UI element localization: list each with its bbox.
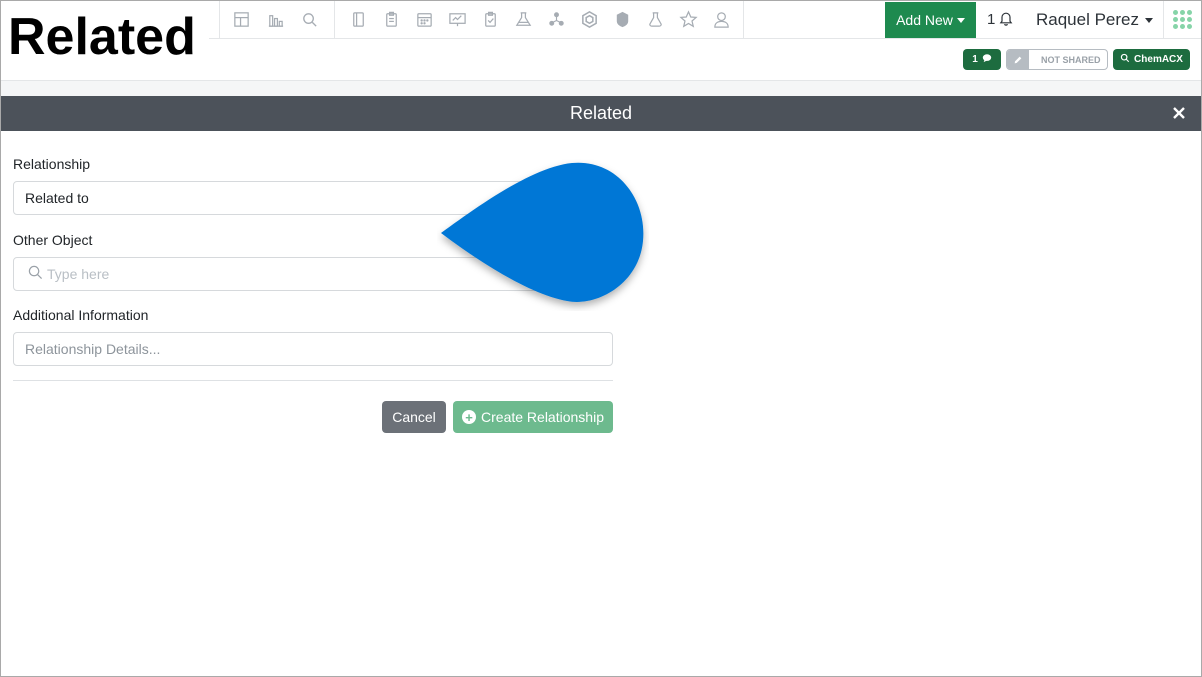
other-object-label: Other Object	[13, 232, 93, 248]
close-icon[interactable]	[1170, 104, 1188, 122]
grid-icon	[1173, 10, 1192, 29]
sharing-status-label: NOT SHARED	[1041, 54, 1101, 65]
relationship-details-input[interactable]: Relationship Details...	[13, 332, 613, 366]
form-divider	[13, 380, 613, 381]
user-icon[interactable]	[712, 10, 731, 29]
tutorial-pointer	[441, 162, 644, 302]
other-object-placeholder: Type here	[47, 266, 110, 282]
chemacx-label: ChemACX	[1134, 54, 1183, 65]
bell-icon	[998, 10, 1014, 30]
additional-info-label: Additional Information	[13, 307, 149, 323]
flask-icon[interactable]	[514, 10, 533, 29]
beaker-icon[interactable]	[646, 10, 665, 29]
nav-icon-group-objects	[335, 1, 744, 38]
nav-icon-group-analytics	[219, 1, 335, 38]
star-icon[interactable]	[679, 10, 698, 29]
clipboard-icon[interactable]	[382, 10, 401, 29]
comment-icon	[982, 53, 992, 66]
presentation-icon[interactable]	[448, 10, 467, 29]
user-name: Raquel Perez	[1036, 9, 1140, 29]
search-icon	[28, 265, 43, 283]
add-new-button[interactable]: Add New	[885, 2, 976, 38]
modal-header: Related	[1, 96, 1201, 131]
dashboard-icon[interactable]	[232, 10, 251, 29]
search-icon[interactable]	[300, 10, 319, 29]
toolbar-separator	[1, 81, 1201, 96]
calendar-icon[interactable]	[415, 10, 434, 29]
apps-grid-button[interactable]	[1163, 1, 1201, 38]
hexagon-icon[interactable]	[580, 10, 599, 29]
user-menu[interactable]: Raquel Perez	[1036, 1, 1154, 38]
shield-icon[interactable]	[613, 10, 632, 29]
notification-count: 1	[987, 11, 996, 28]
relationship-details-placeholder: Relationship Details...	[25, 341, 161, 357]
relationship-value: Related to	[25, 190, 89, 206]
create-relationship-button[interactable]: + Create Relationship	[453, 401, 613, 433]
chevron-down-icon	[956, 18, 965, 23]
create-relationship-label: Create Relationship	[481, 409, 604, 425]
cancel-label: Cancel	[392, 409, 436, 425]
sharing-status-button[interactable]: NOT SHARED	[1006, 49, 1108, 70]
bar-chart-icon[interactable]	[266, 10, 285, 29]
pencil-icon	[1007, 50, 1029, 69]
task-icon[interactable]	[481, 10, 500, 29]
notebook-icon[interactable]	[349, 10, 368, 29]
modal-title: Related	[569, 103, 633, 123]
add-new-label: Add New	[896, 12, 953, 28]
relationship-label: Relationship	[13, 156, 91, 172]
chevron-down-icon	[1145, 17, 1154, 23]
notifications-button[interactable]: 1	[987, 1, 1014, 38]
cancel-button[interactable]: Cancel	[382, 401, 446, 433]
molecule-icon[interactable]	[547, 10, 566, 29]
chemacx-button[interactable]: ChemACX	[1113, 49, 1190, 70]
plus-circle-icon: +	[462, 410, 477, 424]
search-icon	[1120, 53, 1130, 66]
comments-count: 1	[972, 54, 978, 65]
overlay-title: Related	[1, 1, 209, 80]
comments-button[interactable]: 1	[963, 49, 1001, 70]
